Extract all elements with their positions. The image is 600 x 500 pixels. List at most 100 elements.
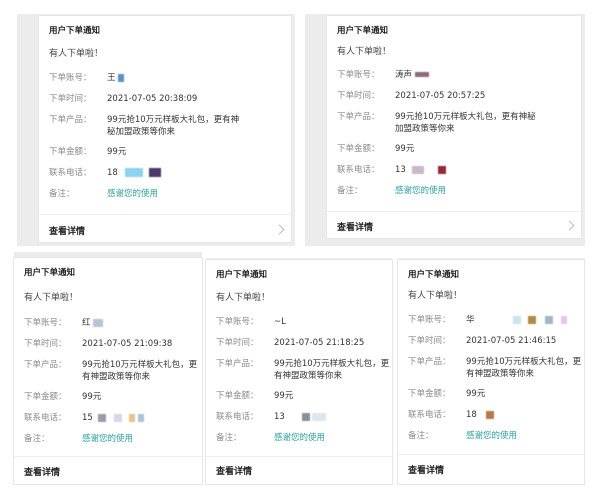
phone-value: 18 xyxy=(107,167,162,179)
card-title: 用户下单通知 xyxy=(24,268,76,278)
time-value: 2021-07-05 20:38:09 xyxy=(107,94,198,104)
product-row: 下单产品： 99元抢10万元样板大礼包，更有神秘加盟政策等你来 xyxy=(337,111,577,137)
time-value: 2021-07-05 21:18:25 xyxy=(274,338,365,348)
redaction-mosaic xyxy=(149,168,162,177)
phone-value: 13 xyxy=(395,164,447,176)
note-value: 感谢您的使用 xyxy=(274,433,326,443)
view-details-link[interactable]: 查看详情 xyxy=(337,220,373,233)
redaction-mosaic xyxy=(137,413,144,422)
phone-label: 联系电话： xyxy=(337,165,380,175)
time-label: 下单时间： xyxy=(337,91,380,101)
view-details-link[interactable]: 查看详情 xyxy=(49,224,85,237)
amount-value: 99元 xyxy=(82,392,102,402)
screenshot-panel-2: 用户下单通知 有人下单啦！ 下单账号： 涛声 下单时间： 2021-07-05 … xyxy=(305,14,585,246)
note-label: 备注： xyxy=(408,431,434,441)
view-details-link[interactable]: 查看详情 xyxy=(24,465,60,478)
phone-value: 13 xyxy=(274,411,327,423)
screenshot-panel-1: 用户下单通知 有人下单啦！ 下单账号： 王 下单时间： 2021-07-05 2… xyxy=(17,14,295,246)
order-notification-card: 用户下单通知 有人下单啦！ 下单账号： 王 下单时间： 2021-07-05 2… xyxy=(39,16,291,242)
greeting-text: 有人下单啦！ xyxy=(24,293,79,303)
divider xyxy=(39,214,291,215)
phone-text: 15 xyxy=(82,413,93,423)
account-label: 下单账号： xyxy=(24,318,67,328)
card-title: 用户下单通知 xyxy=(337,26,389,36)
time-label: 下单时间： xyxy=(49,94,92,104)
product-label: 下单产品： xyxy=(337,112,380,122)
order-notification-card: 用户下单通知 有人下单啦！ 下单账号： 红 下单时间： 2021-07-05 2… xyxy=(14,258,202,484)
card-title: 用户下单通知 xyxy=(49,26,101,36)
card-title: 用户下单通知 xyxy=(216,270,268,280)
phone-text: 13 xyxy=(274,412,285,422)
product-value: 99元抢10万元样板大礼包，更有神秘加盟政策等你来 xyxy=(395,112,536,134)
phone-label: 联系电话： xyxy=(49,168,92,178)
redaction-mosaic xyxy=(561,315,568,324)
greeting-text: 有人下单啦！ xyxy=(49,49,104,59)
phone-value: 18 xyxy=(466,409,494,421)
phone-text: 18 xyxy=(466,410,477,420)
note-label: 备注： xyxy=(216,433,242,443)
redaction-mosaic xyxy=(513,315,522,324)
order-notification-card: 用户下单通知 有人下单啦！ 下单账号： ~L 下单时间： 2021-07-05 … xyxy=(206,260,392,484)
account-value: 华 xyxy=(466,314,568,326)
amount-label: 下单金额： xyxy=(49,147,92,157)
time-value: 2021-07-05 21:09:38 xyxy=(82,339,173,349)
account-value: 涛声 xyxy=(395,69,429,81)
divider xyxy=(398,454,584,455)
redaction-mosaic xyxy=(312,412,327,421)
time-label: 下单时间： xyxy=(24,339,67,349)
redaction-mosaic xyxy=(301,412,310,421)
phone-label: 联系电话： xyxy=(24,413,67,423)
order-notification-card: 用户下单通知 有人下单啦！ 下单账号： 涛声 下单时间： 2021-07-05 … xyxy=(327,16,581,238)
account-label: 下单账号： xyxy=(216,317,259,327)
note-value: 感谢您的使用 xyxy=(466,431,518,441)
note-label: 备注： xyxy=(337,186,363,196)
account-value: ~L xyxy=(274,317,286,327)
account-label: 下单账号： xyxy=(49,73,92,83)
amount-value: 99元 xyxy=(274,391,294,401)
redaction-mosaic xyxy=(438,165,447,174)
note-value: 感谢您的使用 xyxy=(107,189,159,199)
redaction-mosaic xyxy=(97,413,106,422)
view-details-link[interactable]: 查看详情 xyxy=(216,464,252,477)
view-details-link[interactable]: 查看详情 xyxy=(408,463,444,476)
redaction-mosaic xyxy=(118,73,125,82)
card-title: 用户下单通知 xyxy=(408,270,460,280)
product-label: 下单产品： xyxy=(24,360,67,370)
product-value: 99元抢10万元样板大礼包，更有神秘加盟政策等你来 xyxy=(107,115,240,137)
note-label: 备注： xyxy=(24,434,50,444)
account-text: 红 xyxy=(82,318,91,328)
phone-label: 联系电话： xyxy=(216,412,259,422)
redaction-mosaic xyxy=(527,315,536,324)
account-text: 华 xyxy=(466,315,475,325)
time-label: 下单时间： xyxy=(408,336,451,346)
account-value: 王 xyxy=(107,72,125,84)
phone-value: 15 xyxy=(82,412,144,424)
divider xyxy=(14,456,202,457)
account-label: 下单账号： xyxy=(408,315,451,325)
phone-text: 18 xyxy=(107,168,118,178)
greeting-text: 有人下单啦！ xyxy=(408,291,463,301)
note-label: 备注： xyxy=(49,189,75,199)
product-value: 99元抢10万元样板大礼包，更有神盟政策等你来 xyxy=(274,359,390,381)
account-text: 王 xyxy=(107,73,116,83)
chevron-right-icon[interactable] xyxy=(274,224,285,235)
chevron-right-icon[interactable] xyxy=(564,220,575,231)
product-row: 下单产品： 99元抢10万元样板大礼包，更有神盟政策等你来 xyxy=(408,356,581,382)
time-value: 2021-07-05 21:46:15 xyxy=(466,336,557,346)
redaction-mosaic xyxy=(414,72,429,77)
product-label: 下单产品： xyxy=(408,357,451,367)
screenshot-panel-3: 用户下单通知 有人下单啦！ 下单账号： 红 下单时间： 2021-07-05 2… xyxy=(14,252,202,484)
greeting-text: 有人下单啦！ xyxy=(216,293,271,303)
redaction-mosaic xyxy=(544,315,553,324)
amount-label: 下单金额： xyxy=(24,392,67,402)
product-row: 下单产品： 99元抢10万元样板大礼包，更有神盟政策等你来 xyxy=(24,359,198,385)
account-value: 红 xyxy=(82,317,104,329)
amount-label: 下单金额： xyxy=(337,144,380,154)
screenshot-panel-4: 用户下单通知 有人下单啦！ 下单账号： ~L 下单时间： 2021-07-05 … xyxy=(206,258,392,484)
time-value: 2021-07-05 20:57:25 xyxy=(395,91,486,101)
product-row: 下单产品： 99元抢10万元样板大礼包，更有神秘加盟政策等你来 xyxy=(49,114,287,140)
redaction-mosaic xyxy=(485,410,494,419)
redaction-mosaic xyxy=(114,413,123,422)
phone-text: 13 xyxy=(395,165,406,175)
account-label: 下单账号： xyxy=(337,70,380,80)
